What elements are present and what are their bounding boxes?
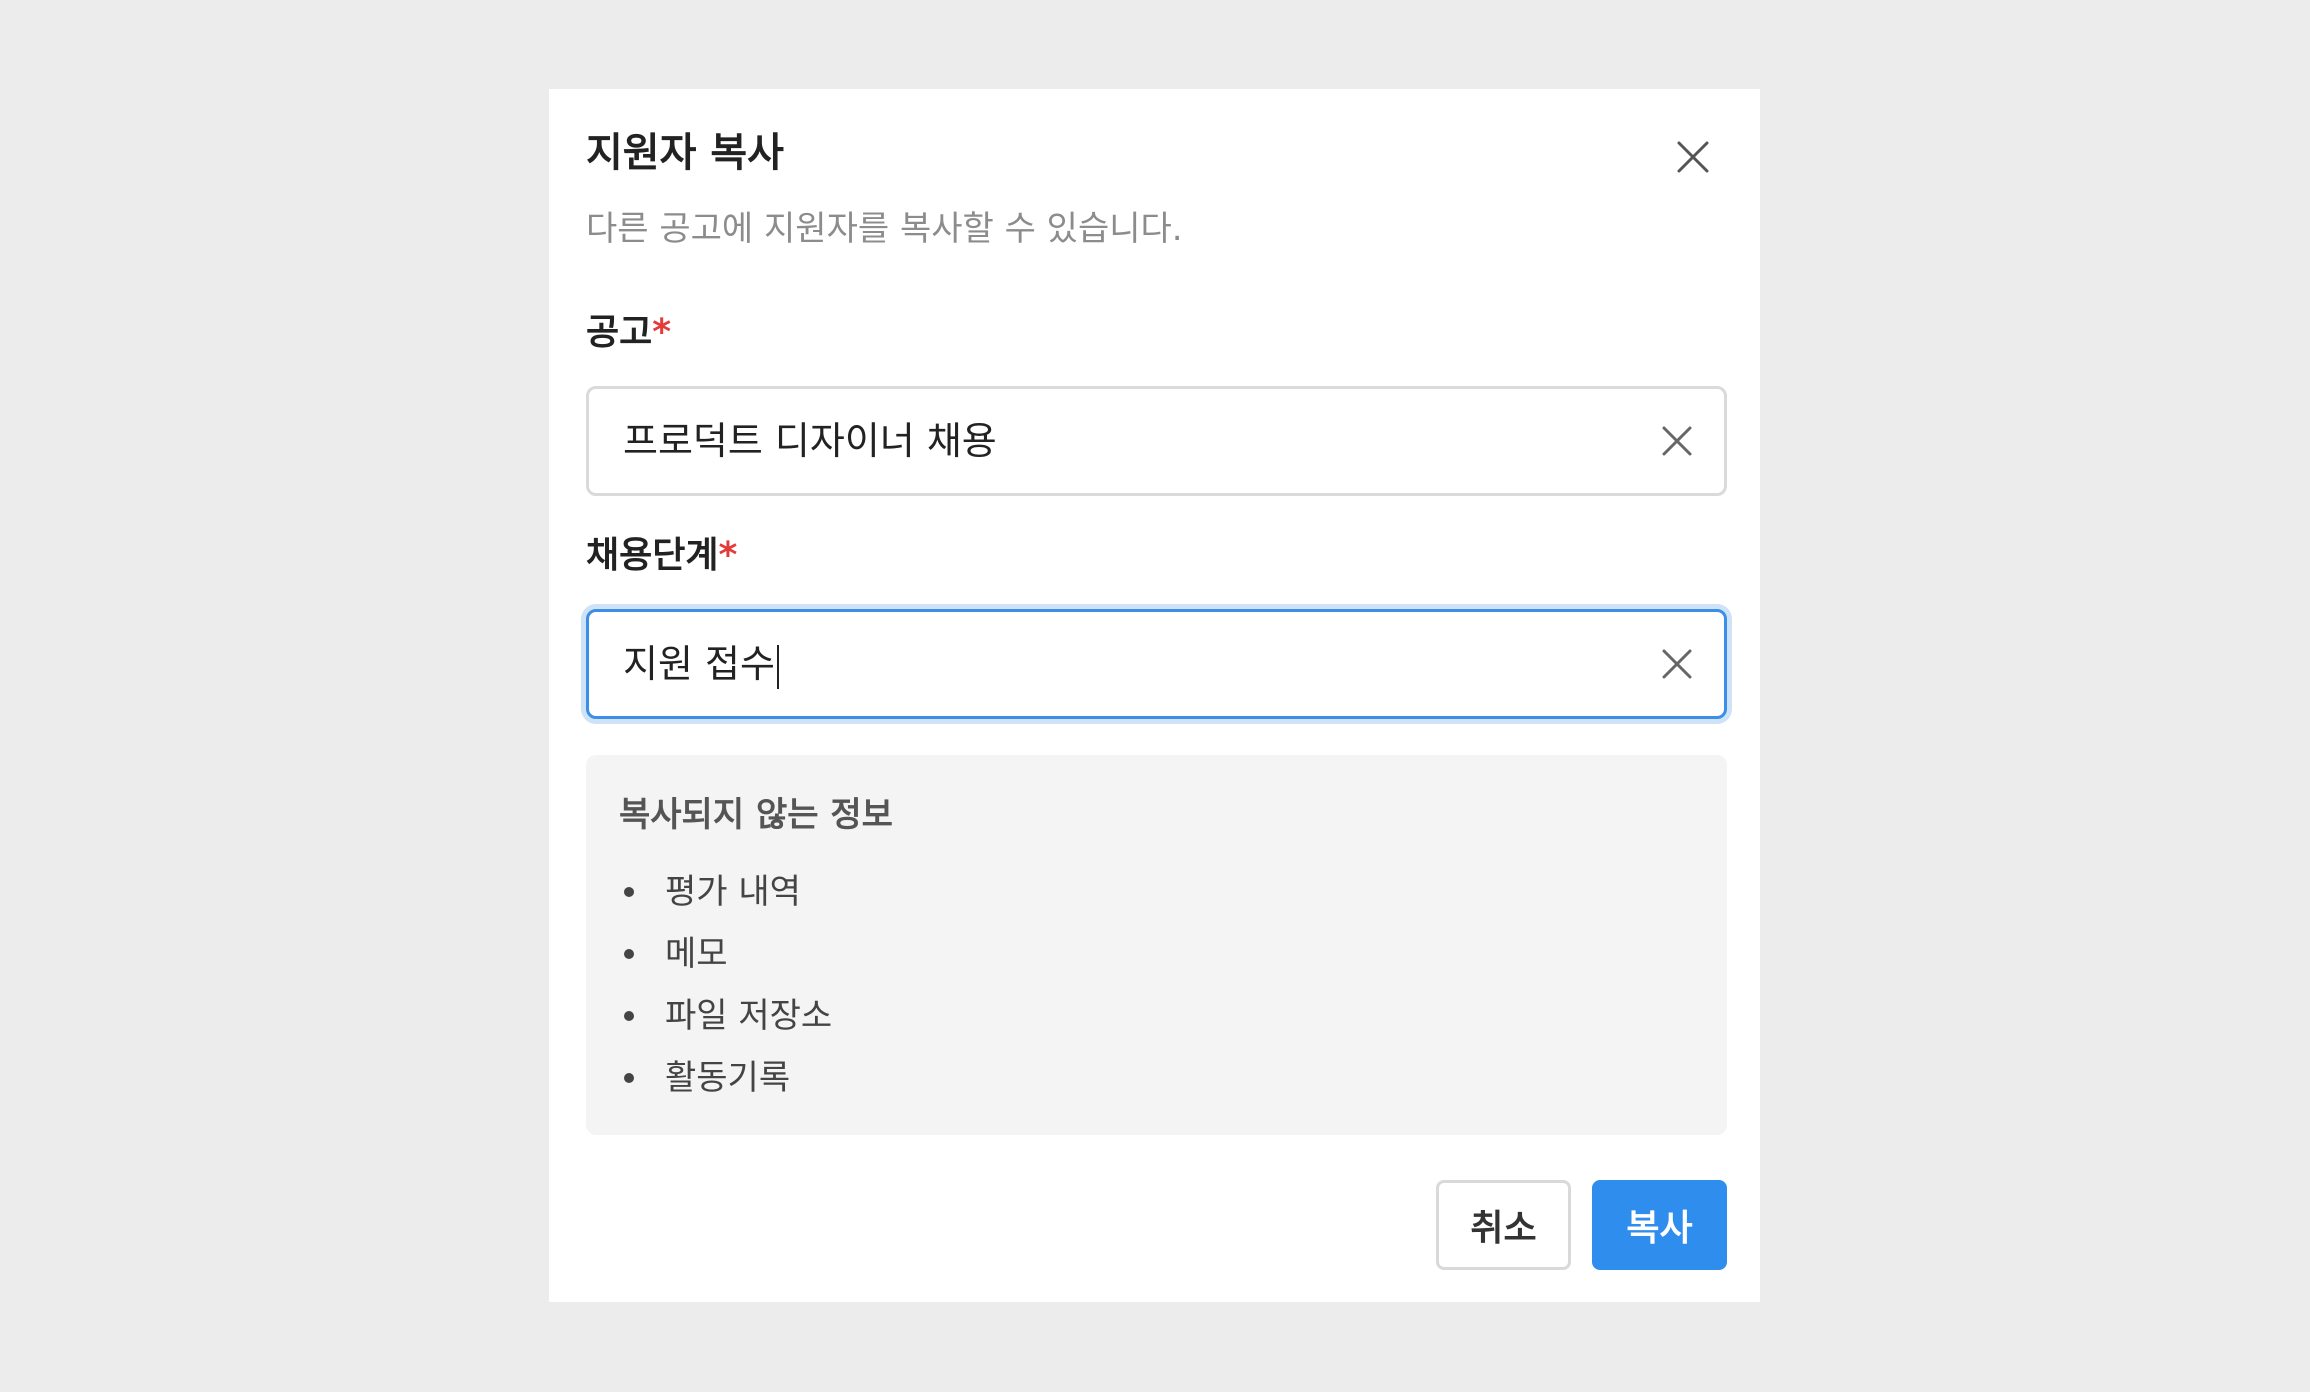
not-copied-info-box: 복사되지 않는 정보 평가 내역 메모 파일 저장소 활동기록 bbox=[586, 755, 1727, 1135]
list-item-text: 파일 저장소 bbox=[665, 996, 833, 1036]
info-title: 복사되지 않는 정보 bbox=[619, 795, 893, 835]
close-icon bbox=[1677, 141, 1709, 173]
list-item: 활동기록 bbox=[619, 1047, 832, 1109]
copy-applicant-dialog: 지원자 복사 다른 공고에 지원자를 복사할 수 있습니다. 공고* 프로덕트 … bbox=[549, 89, 1760, 1302]
list-item-text: 평가 내역 bbox=[665, 872, 801, 912]
list-item: 메모 bbox=[619, 923, 832, 985]
list-item-text: 활동기록 bbox=[665, 1058, 791, 1098]
stage-label-text: 채용단계 bbox=[586, 535, 719, 576]
posting-field-label: 공고* bbox=[586, 311, 671, 354]
bullet-icon bbox=[624, 1011, 634, 1021]
required-mark: * bbox=[652, 312, 672, 353]
list-item-text: 메모 bbox=[665, 934, 728, 974]
stage-input[interactable]: 지원 접수 bbox=[586, 609, 1727, 719]
posting-label-text: 공고 bbox=[586, 312, 653, 353]
bullet-icon bbox=[624, 1073, 634, 1083]
bullet-icon bbox=[624, 949, 634, 959]
stage-field-label: 채용단계* bbox=[586, 534, 737, 577]
dialog-title: 지원자 복사 bbox=[586, 130, 784, 176]
bullet-icon bbox=[624, 887, 634, 897]
stage-input-value: 지원 접수 bbox=[623, 642, 775, 686]
clear-icon bbox=[1662, 426, 1692, 456]
stage-clear-button[interactable] bbox=[1649, 636, 1705, 692]
dialog-description: 다른 공고에 지원자를 복사할 수 있습니다. bbox=[586, 209, 1183, 249]
stage-input-value-wrap: 지원 접수 bbox=[623, 612, 779, 716]
clear-icon bbox=[1662, 649, 1692, 679]
posting-select-value: 프로덕트 디자이너 채용 bbox=[623, 419, 997, 463]
copy-button[interactable]: 복사 bbox=[1592, 1180, 1727, 1270]
close-button[interactable] bbox=[1663, 127, 1723, 187]
not-copied-list: 평가 내역 메모 파일 저장소 활동기록 bbox=[619, 861, 832, 1109]
list-item: 파일 저장소 bbox=[619, 985, 832, 1047]
posting-select[interactable]: 프로덕트 디자이너 채용 bbox=[586, 386, 1727, 496]
text-caret bbox=[776, 644, 779, 689]
list-item: 평가 내역 bbox=[619, 861, 832, 923]
posting-clear-button[interactable] bbox=[1649, 413, 1705, 469]
cancel-button[interactable]: 취소 bbox=[1436, 1180, 1571, 1270]
required-mark: * bbox=[718, 535, 738, 576]
